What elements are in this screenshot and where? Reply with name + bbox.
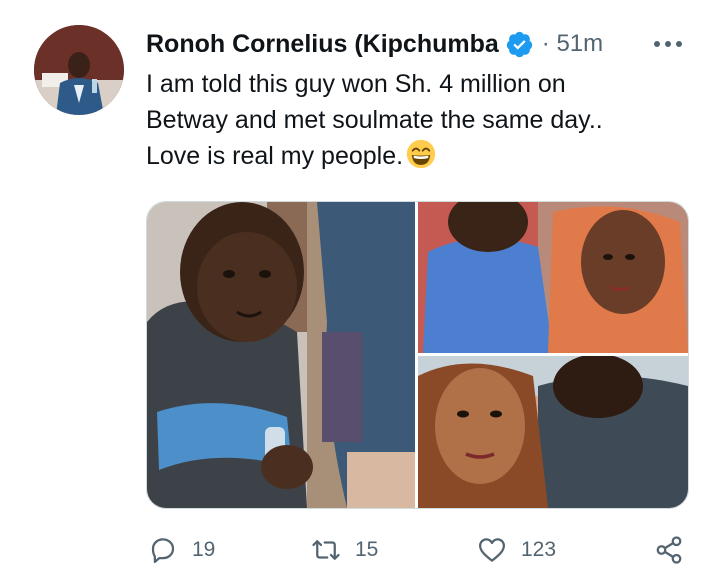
photo-man-holding-bottle-icon <box>147 202 415 508</box>
tweet-timestamp[interactable]: · 51m <box>542 30 603 58</box>
more-options-icon[interactable] <box>651 30 685 58</box>
like-count: 123 <box>521 538 557 561</box>
media-photo-3[interactable] <box>418 356 688 508</box>
author-name[interactable]: Ronoh Cornelius (Kipchumba <box>146 30 499 59</box>
tweet-text-line: Love is real my people. <box>146 138 686 174</box>
reply-count: 19 <box>192 538 216 561</box>
tweet-text-line-content: Love is real my people. <box>146 142 404 170</box>
retweet-button[interactable]: 15 <box>311 532 378 568</box>
tweet-media-grid <box>146 201 689 509</box>
photo-man-and-woman-icon <box>418 202 688 353</box>
heart-icon <box>479 538 505 562</box>
share-icon <box>656 536 682 564</box>
photo-woman-selfie-with-man-icon <box>418 356 688 508</box>
reply-icon <box>151 538 175 563</box>
tweet-text: I am told this guy won Sh. 4 million on … <box>146 66 686 174</box>
verified-badge-icon <box>506 31 532 57</box>
tweet-header: Ronoh Cornelius (Kipchumba · 51m <box>146 26 691 62</box>
retweet-icon <box>312 540 340 560</box>
retweet-count: 15 <box>355 538 379 561</box>
tweet-text-line: I am told this guy won Sh. 4 million on <box>146 70 566 98</box>
grinning-face-emoji-icon <box>406 139 436 169</box>
like-button[interactable]: 123 <box>477 532 556 568</box>
media-photo-1[interactable] <box>147 202 415 508</box>
share-button[interactable] <box>654 532 684 568</box>
tweet-action-bar: 19 15 123 <box>146 532 694 570</box>
tweet-text-line: Betway and met soulmate the same day.. <box>146 106 603 134</box>
reply-button[interactable]: 19 <box>148 532 215 568</box>
media-photo-2[interactable] <box>418 202 688 353</box>
author-avatar[interactable] <box>34 25 124 115</box>
